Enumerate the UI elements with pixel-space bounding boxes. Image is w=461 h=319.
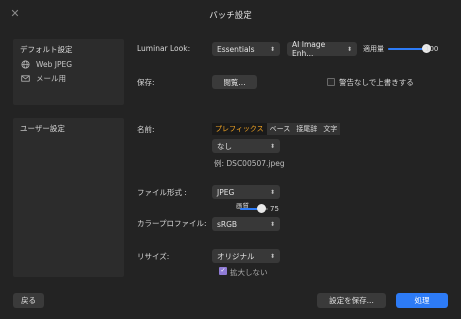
chevron-updown-icon: ⬍	[346, 45, 352, 53]
tab-suffix[interactable]: 接尾辞	[293, 123, 321, 135]
browse-button[interactable]: 閲覧...	[212, 75, 257, 89]
amount-slider-fill	[388, 48, 426, 50]
chevron-updown-icon: ⬍	[269, 45, 275, 53]
resize-select-value: オリジナル	[217, 251, 255, 261]
checkmark-icon: ✓	[220, 267, 226, 274]
overwrite-checkbox[interactable]	[327, 78, 335, 86]
name-select[interactable]: なし ⬍	[212, 139, 280, 153]
no-enlarge-label: 拡大しない	[230, 268, 268, 277]
look-select[interactable]: Essentials ⬍	[212, 42, 280, 56]
name-example: 例: DSC00507.jpeg	[214, 159, 285, 168]
user-settings-panel: ユーザー設定	[13, 118, 124, 277]
mail-icon	[21, 75, 30, 82]
amount-value: 100	[425, 45, 439, 53]
luminar-look-label: Luminar Look:	[137, 44, 191, 53]
chevron-updown-icon: ⬍	[269, 188, 275, 196]
tab-prefix[interactable]: プレフィックス	[212, 123, 267, 135]
color-profile-value: sRGB	[217, 219, 238, 229]
format-select-value: JPEG	[217, 187, 235, 197]
title-bar: ✕ バッチ設定	[0, 0, 461, 28]
name-tabs: プレフィックス ベース 接尾辞 文字	[212, 123, 341, 135]
amount-slider[interactable]	[388, 48, 426, 50]
tab-base[interactable]: ベース	[266, 123, 294, 135]
chevron-updown-icon: ⬍	[269, 252, 275, 260]
preset-label: メール用	[36, 74, 66, 83]
ai-look-select-value: AI Image Enh...	[292, 40, 326, 58]
tab-text[interactable]: 文字	[320, 123, 341, 135]
process-button[interactable]: 処理	[396, 293, 448, 308]
back-button[interactable]: 戻る	[13, 293, 44, 308]
preset-web-jpeg[interactable]: Web JPEG	[21, 60, 72, 69]
preset-label: Web JPEG	[36, 60, 73, 69]
resize-select[interactable]: オリジナル ⬍	[212, 249, 280, 263]
format-select[interactable]: JPEG ⬍	[212, 185, 280, 199]
quality-value: 75	[270, 205, 279, 213]
default-settings-heading: デフォルト設定	[20, 45, 73, 54]
save-settings-button[interactable]: 設定を保存...	[317, 293, 386, 308]
look-select-value: Essentials	[217, 44, 255, 54]
window-title: バッチ設定	[209, 11, 252, 21]
name-select-value: なし	[217, 141, 232, 151]
overwrite-label: 警告なしで上書きする	[339, 78, 414, 87]
no-enlarge-checkbox[interactable]: ✓	[219, 267, 227, 275]
ai-look-select[interactable]: AI Image Enh... ⬍	[287, 40, 357, 58]
chevron-updown-icon: ⬍	[269, 142, 275, 150]
name-label: 名前:	[137, 125, 155, 134]
format-label: ファイル形式 :	[137, 188, 187, 197]
chevron-updown-icon: ⬍	[269, 220, 275, 228]
default-settings-panel: デフォルト設定 Web JPEG メール用	[13, 39, 124, 105]
save-label: 保存:	[137, 78, 155, 87]
resize-label: リサイズ:	[137, 252, 170, 261]
globe-icon	[21, 60, 30, 69]
color-profile-label: カラープロファイル:	[137, 219, 207, 228]
quality-slider-knob[interactable]	[256, 204, 266, 213]
color-profile-select[interactable]: sRGB ⬍	[212, 217, 280, 231]
amount-label: 適用量	[363, 45, 384, 53]
user-settings-heading: ユーザー設定	[20, 124, 65, 133]
preset-mail[interactable]: メール用	[21, 73, 66, 84]
